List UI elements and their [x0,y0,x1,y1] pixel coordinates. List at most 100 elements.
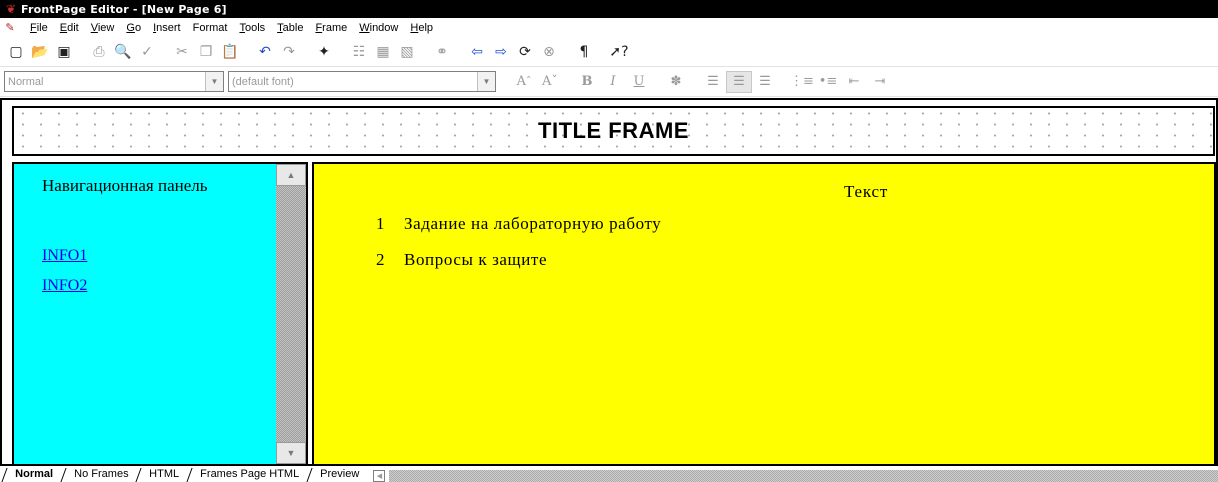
toolbar-separator [601,40,602,63]
text-color-icon[interactable]: ✽ [663,71,689,93]
list-item: 2 Вопросы к защите [376,250,661,270]
bold-icon[interactable]: B [574,71,600,93]
help-pointer-icon[interactable]: ➚? [607,41,631,63]
toolbar-separator [568,70,569,93]
toolbar-separator [898,70,899,93]
menu-help[interactable]: Help [404,22,439,34]
font-select-value: (default font) [232,75,294,88]
frameset-editor: TITLE FRAME Навигационная панель INFO1 I… [0,98,1218,466]
undo-icon[interactable]: ↶ [253,41,277,63]
toolbar-separator [636,40,637,63]
increase-indent-icon[interactable]: ⇥ [867,71,893,93]
stop-icon[interactable]: ⊗ [537,41,561,63]
align-center-icon[interactable]: ☰ [726,70,752,93]
navigation-heading: Навигационная панель [42,176,208,195]
redo-icon[interactable]: ↷ [277,41,301,63]
nav-link-info1[interactable]: INFO1 [42,247,278,265]
menu-window[interactable]: Window [353,22,404,34]
italic-icon[interactable]: I [600,71,626,93]
print-preview-icon[interactable]: 🔍 [111,41,135,63]
horizontal-scrollbar[interactable] [389,470,1218,482]
nav-link-info2[interactable]: INFO2 [42,277,278,295]
scroll-down-icon[interactable]: ▼ [276,442,306,464]
menu-go[interactable]: Go [120,22,147,34]
insert-table-icon[interactable]: ▦ [371,41,395,63]
increase-font-icon[interactable]: Aˆ [511,71,537,93]
chevron-down-icon[interactable]: ▼ [477,72,495,91]
list-item: 1 Задание на лабораторную работу [376,214,661,234]
list-item-text: Задание на лабораторную работу [404,214,662,233]
toolbar-separator [341,40,342,63]
title-bar: ❦ FrontPage Editor - [New Page 6] [0,0,1218,18]
tab-html[interactable]: HTML [135,468,192,482]
menu-tools[interactable]: Tools [233,22,271,34]
document-icon[interactable]: ✎ [2,21,18,35]
menu-frame[interactable]: Frame [309,22,353,34]
tab-frames-page-html[interactable]: Frames Page HTML [186,468,312,482]
decrease-font-icon[interactable]: Aˇ [537,71,563,93]
tab-normal[interactable]: Normal [1,468,66,482]
toolbar-separator [566,40,567,63]
toolbar-separator [247,40,248,63]
font-select[interactable]: (default font) ▼ [228,71,496,92]
toolbar-separator [783,70,784,93]
vertical-scrollbar[interactable]: ▲ ▼ [276,164,306,464]
navigation-frame[interactable]: Навигационная панель INFO1 INFO2 ▲ ▼ [12,162,308,466]
insert-image-icon[interactable]: ▧ [395,41,419,63]
tab-preview[interactable]: Preview [306,468,372,482]
align-left-icon[interactable]: ☰ [700,71,726,93]
bulleted-list-icon[interactable]: •≡ [815,71,841,93]
list-item-text: Вопросы к защите [404,250,548,269]
navigation-frame-content: Навигационная панель INFO1 INFO2 [14,164,278,464]
style-select[interactable]: Normal ▼ [4,71,224,92]
align-right-icon[interactable]: ☰ [752,71,778,93]
save-icon[interactable]: ▣ [52,41,76,63]
refresh-icon[interactable]: ⟳ [513,41,537,63]
menu-bar: ✎ File Edit View Go Insert Format Tools … [0,18,1218,37]
cut-icon[interactable]: ✂ [170,41,194,63]
list-item-number: 1 [376,214,386,233]
chevron-down-icon[interactable]: ▼ [205,72,223,91]
open-folder-icon[interactable]: 📂 [28,41,52,63]
toolbar-separator [164,40,165,63]
paragraph-mark-icon[interactable]: ¶ [572,41,596,63]
standard-toolbar: ▢ 📂 ▣ ⎙ 🔍 ✓ ✂ ❐ 📋 ↶ ↷ ✦ ☷ ▦ ▧ ⚭ ⇦ ⇨ ⟳ ⊗ … [0,37,1218,67]
insert-hyperlink-icon[interactable]: ⚭ [430,41,454,63]
window-title: FrontPage Editor - [New Page 6] [21,2,227,16]
tab-scroll-left-icon[interactable]: ◀ [373,470,386,482]
menu-table[interactable]: Table [271,22,309,34]
toolbar-separator [459,40,460,63]
numbered-list-icon[interactable]: ⋮≡ [789,71,815,93]
scroll-up-icon[interactable]: ▲ [276,164,306,186]
content-list: 1 Задание на лабораторную работу 2 Вопро… [376,214,661,286]
title-frame-heading: TITLE FRAME [538,118,689,143]
format-toolbar: Normal ▼ (default font) ▼ Aˆ Aˇ B I U ✽ … [0,67,1218,97]
tab-no-frames[interactable]: No Frames [60,468,141,482]
menu-file[interactable]: File [24,22,54,34]
menu-edit[interactable]: Edit [54,22,85,34]
new-page-icon[interactable]: ▢ [4,41,28,63]
list-item-number: 2 [376,250,386,269]
menu-insert[interactable]: Insert [147,22,187,34]
frontpage-app-icon[interactable]: ❦ [4,2,18,16]
title-frame[interactable]: TITLE FRAME [12,106,1215,156]
toolbar-separator [694,70,695,93]
menu-view[interactable]: View [85,22,121,34]
spelling-icon[interactable]: ✓ [135,41,159,63]
back-arrow-icon[interactable]: ⇦ [465,41,489,63]
web-bot-icon[interactable]: ✦ [312,41,336,63]
copy-icon[interactable]: ❐ [194,41,218,63]
menu-format[interactable]: Format [187,22,234,34]
content-frame[interactable]: Текст 1 Задание на лабораторную работу 2… [312,162,1216,466]
paste-icon[interactable]: 📋 [218,41,242,63]
toolbar-separator [424,40,425,63]
content-heading: Текст [844,182,889,201]
insert-form-icon[interactable]: ☷ [347,41,371,63]
print-icon[interactable]: ⎙ [87,41,111,63]
forward-arrow-icon[interactable]: ⇨ [489,41,513,63]
toolbar-separator [306,40,307,63]
underline-icon[interactable]: U [626,71,652,93]
toolbar-separator [81,40,82,63]
toolbar-separator [505,70,506,93]
decrease-indent-icon[interactable]: ⇤ [841,71,867,93]
